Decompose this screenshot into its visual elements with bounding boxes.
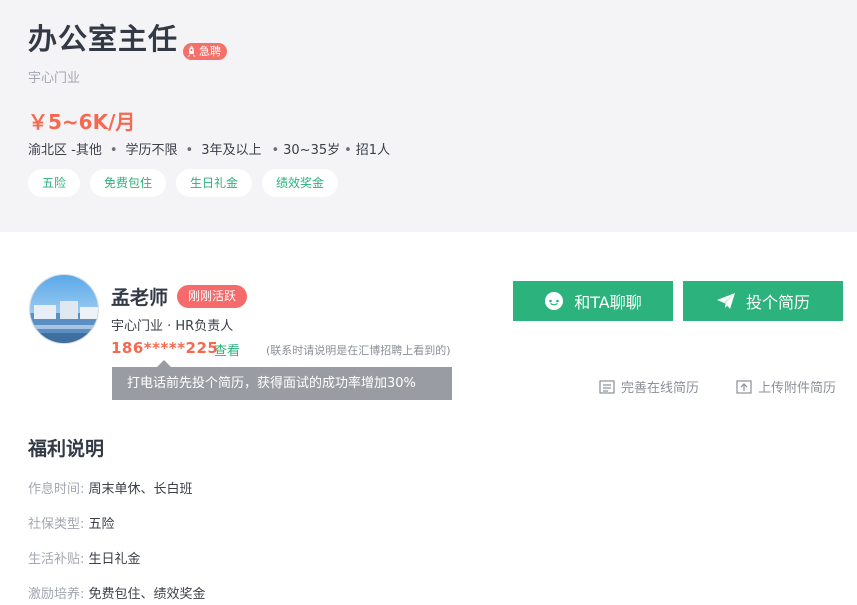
benefit-row-schedule: 作息时间: 周末单休、长白班 bbox=[28, 478, 193, 497]
benefit-key: 激励培养: bbox=[28, 587, 85, 602]
active-status-badge: 刚刚活跃 bbox=[177, 285, 248, 308]
chat-bubble-icon bbox=[545, 292, 564, 310]
rocket-icon bbox=[187, 45, 196, 57]
welfare-tags: 五险 免费包住 生日礼金 绩效奖金 bbox=[28, 169, 339, 197]
separator-dot: • bbox=[109, 143, 118, 158]
separator-dot: • bbox=[344, 143, 352, 158]
paper-plane-icon bbox=[716, 293, 735, 309]
welfare-tag: 生日礼金 bbox=[176, 169, 253, 197]
benefit-key: 生活补贴: bbox=[28, 552, 85, 567]
benefit-row-incentive: 激励培养: 免费包住、绩效奖金 bbox=[28, 583, 206, 602]
chat-button-label: 和TA聊聊 bbox=[574, 293, 642, 312]
apply-tip-tooltip: 打电话前先投个简历，获得面试的成功率增加30% bbox=[112, 367, 452, 400]
upload-icon bbox=[736, 379, 752, 394]
separator-dot: • bbox=[185, 143, 194, 158]
job-title: 办公室主任 bbox=[28, 22, 179, 56]
document-icon bbox=[599, 379, 615, 394]
separator-dot: • bbox=[271, 143, 280, 158]
salary: ￥5~6K/月 bbox=[28, 110, 136, 134]
benefit-key: 社保类型: bbox=[28, 517, 85, 532]
requirement-education: 学历不限 bbox=[125, 143, 178, 158]
welfare-tag: 绩效奖金 bbox=[262, 169, 339, 197]
benefit-value: 周末单休、长白班 bbox=[88, 482, 193, 497]
job-requirements: 渝北区 -其他 • 学历不限 • 3年及以上 • 30~35岁 • 招1人 bbox=[28, 139, 390, 158]
requirement-age: 30~35岁 bbox=[283, 143, 341, 158]
urgent-badge: 急聘 bbox=[183, 43, 227, 60]
benefit-value: 免费包住、绩效奖金 bbox=[88, 587, 206, 602]
benefits-section-title: 福利说明 bbox=[28, 438, 105, 460]
view-phone-link[interactable]: 查看 bbox=[214, 340, 240, 359]
recruiter-role: 宇心门业 · HR负责人 bbox=[111, 319, 234, 334]
apply-button-label: 投个简历 bbox=[745, 293, 810, 312]
welfare-tag: 五险 bbox=[28, 169, 81, 197]
recruiter-avatar bbox=[29, 274, 99, 344]
benefit-value: 生日礼金 bbox=[88, 552, 141, 567]
benefit-value: 五险 bbox=[88, 517, 115, 532]
benefit-key: 作息时间: bbox=[28, 482, 85, 497]
requirement-headcount: 招1人 bbox=[355, 143, 391, 158]
urgent-label: 急聘 bbox=[199, 45, 221, 58]
company-name: 宇心门业 bbox=[28, 71, 81, 86]
benefit-row-allowance: 生活补贴: 生日礼金 bbox=[28, 548, 141, 567]
upload-resume-label: 上传附件简历 bbox=[758, 381, 837, 396]
online-resume-label: 完善在线简历 bbox=[621, 381, 700, 396]
recruiter-name: 孟老师 bbox=[111, 287, 169, 309]
upload-attachment-resume-link[interactable]: 上传附件简历 bbox=[736, 377, 836, 396]
benefit-row-insurance: 社保类型: 五险 bbox=[28, 513, 115, 532]
complete-online-resume-link[interactable]: 完善在线简历 bbox=[599, 377, 699, 396]
chat-button[interactable]: 和TA聊聊 bbox=[513, 281, 673, 321]
requirement-location: 渝北区 -其他 bbox=[28, 143, 102, 158]
avatar-photo bbox=[30, 275, 98, 343]
apply-resume-button[interactable]: 投个简历 bbox=[683, 281, 843, 321]
welfare-tag: 免费包住 bbox=[90, 169, 167, 197]
requirement-experience: 3年及以上 bbox=[201, 143, 262, 158]
job-header-panel: 办公室主任 急聘 宇心门业 ￥5~6K/月 渝北区 -其他 • 学历不限 • 3年及以上… bbox=[0, 0, 857, 232]
phone-number: 186*****225 bbox=[111, 339, 219, 357]
tooltip-arrow bbox=[157, 360, 171, 367]
phone-note: (联系时请说明是在汇博招聘上看到的) bbox=[266, 344, 451, 357]
